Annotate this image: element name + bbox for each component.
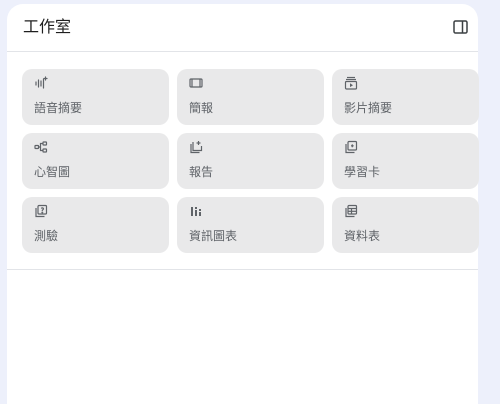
tool-report[interactable]: 報告 bbox=[177, 133, 324, 189]
data-table-icon bbox=[344, 204, 358, 218]
tool-label: 影片摘要 bbox=[344, 101, 393, 115]
tool-mind-map[interactable]: 心智圖 bbox=[22, 133, 169, 189]
tool-label: 心智圖 bbox=[34, 165, 71, 179]
tool-flashcards[interactable]: 學習卡 bbox=[332, 133, 479, 189]
report-icon bbox=[189, 140, 203, 154]
studio-title: 工作室 bbox=[23, 17, 72, 36]
mind-map-icon bbox=[34, 140, 48, 154]
slides-icon bbox=[189, 76, 203, 90]
section-divider bbox=[7, 269, 478, 270]
tool-data-table[interactable]: 資料表 bbox=[332, 197, 479, 253]
tool-label: 學習卡 bbox=[344, 165, 381, 179]
collapse-panel-button[interactable] bbox=[452, 19, 468, 35]
tool-label: 語音摘要 bbox=[34, 101, 83, 115]
tool-label: 測驗 bbox=[34, 229, 59, 243]
side-panel-icon bbox=[452, 20, 468, 34]
flashcards-icon bbox=[344, 140, 358, 154]
studio-tools-grid: 語音摘要 簡報 影片摘要 心智圖 報告 學習卡 測驗 資訊圖表 資料表 bbox=[22, 69, 479, 253]
tool-label: 資料表 bbox=[344, 229, 381, 243]
infographic-icon bbox=[189, 204, 203, 218]
tool-slides[interactable]: 簡報 bbox=[177, 69, 324, 125]
tool-label: 資訊圖表 bbox=[189, 229, 238, 243]
quiz-icon bbox=[34, 204, 48, 218]
tool-audio-summary[interactable]: 語音摘要 bbox=[22, 69, 169, 125]
tool-video-summary[interactable]: 影片摘要 bbox=[332, 69, 479, 125]
tool-quiz[interactable]: 測驗 bbox=[22, 197, 169, 253]
video-summary-icon bbox=[344, 76, 358, 90]
audio-waveform-icon bbox=[34, 76, 48, 90]
tool-label: 報告 bbox=[189, 165, 214, 179]
studio-header: 工作室 bbox=[7, 4, 478, 52]
tool-label: 簡報 bbox=[189, 101, 214, 115]
studio-panel: 工作室 語音摘要 簡報 影片摘要 心智圖 報告 學習卡 測驗 資訊圖表 資料表 bbox=[7, 4, 479, 404]
tool-infographic[interactable]: 資訊圖表 bbox=[177, 197, 324, 253]
